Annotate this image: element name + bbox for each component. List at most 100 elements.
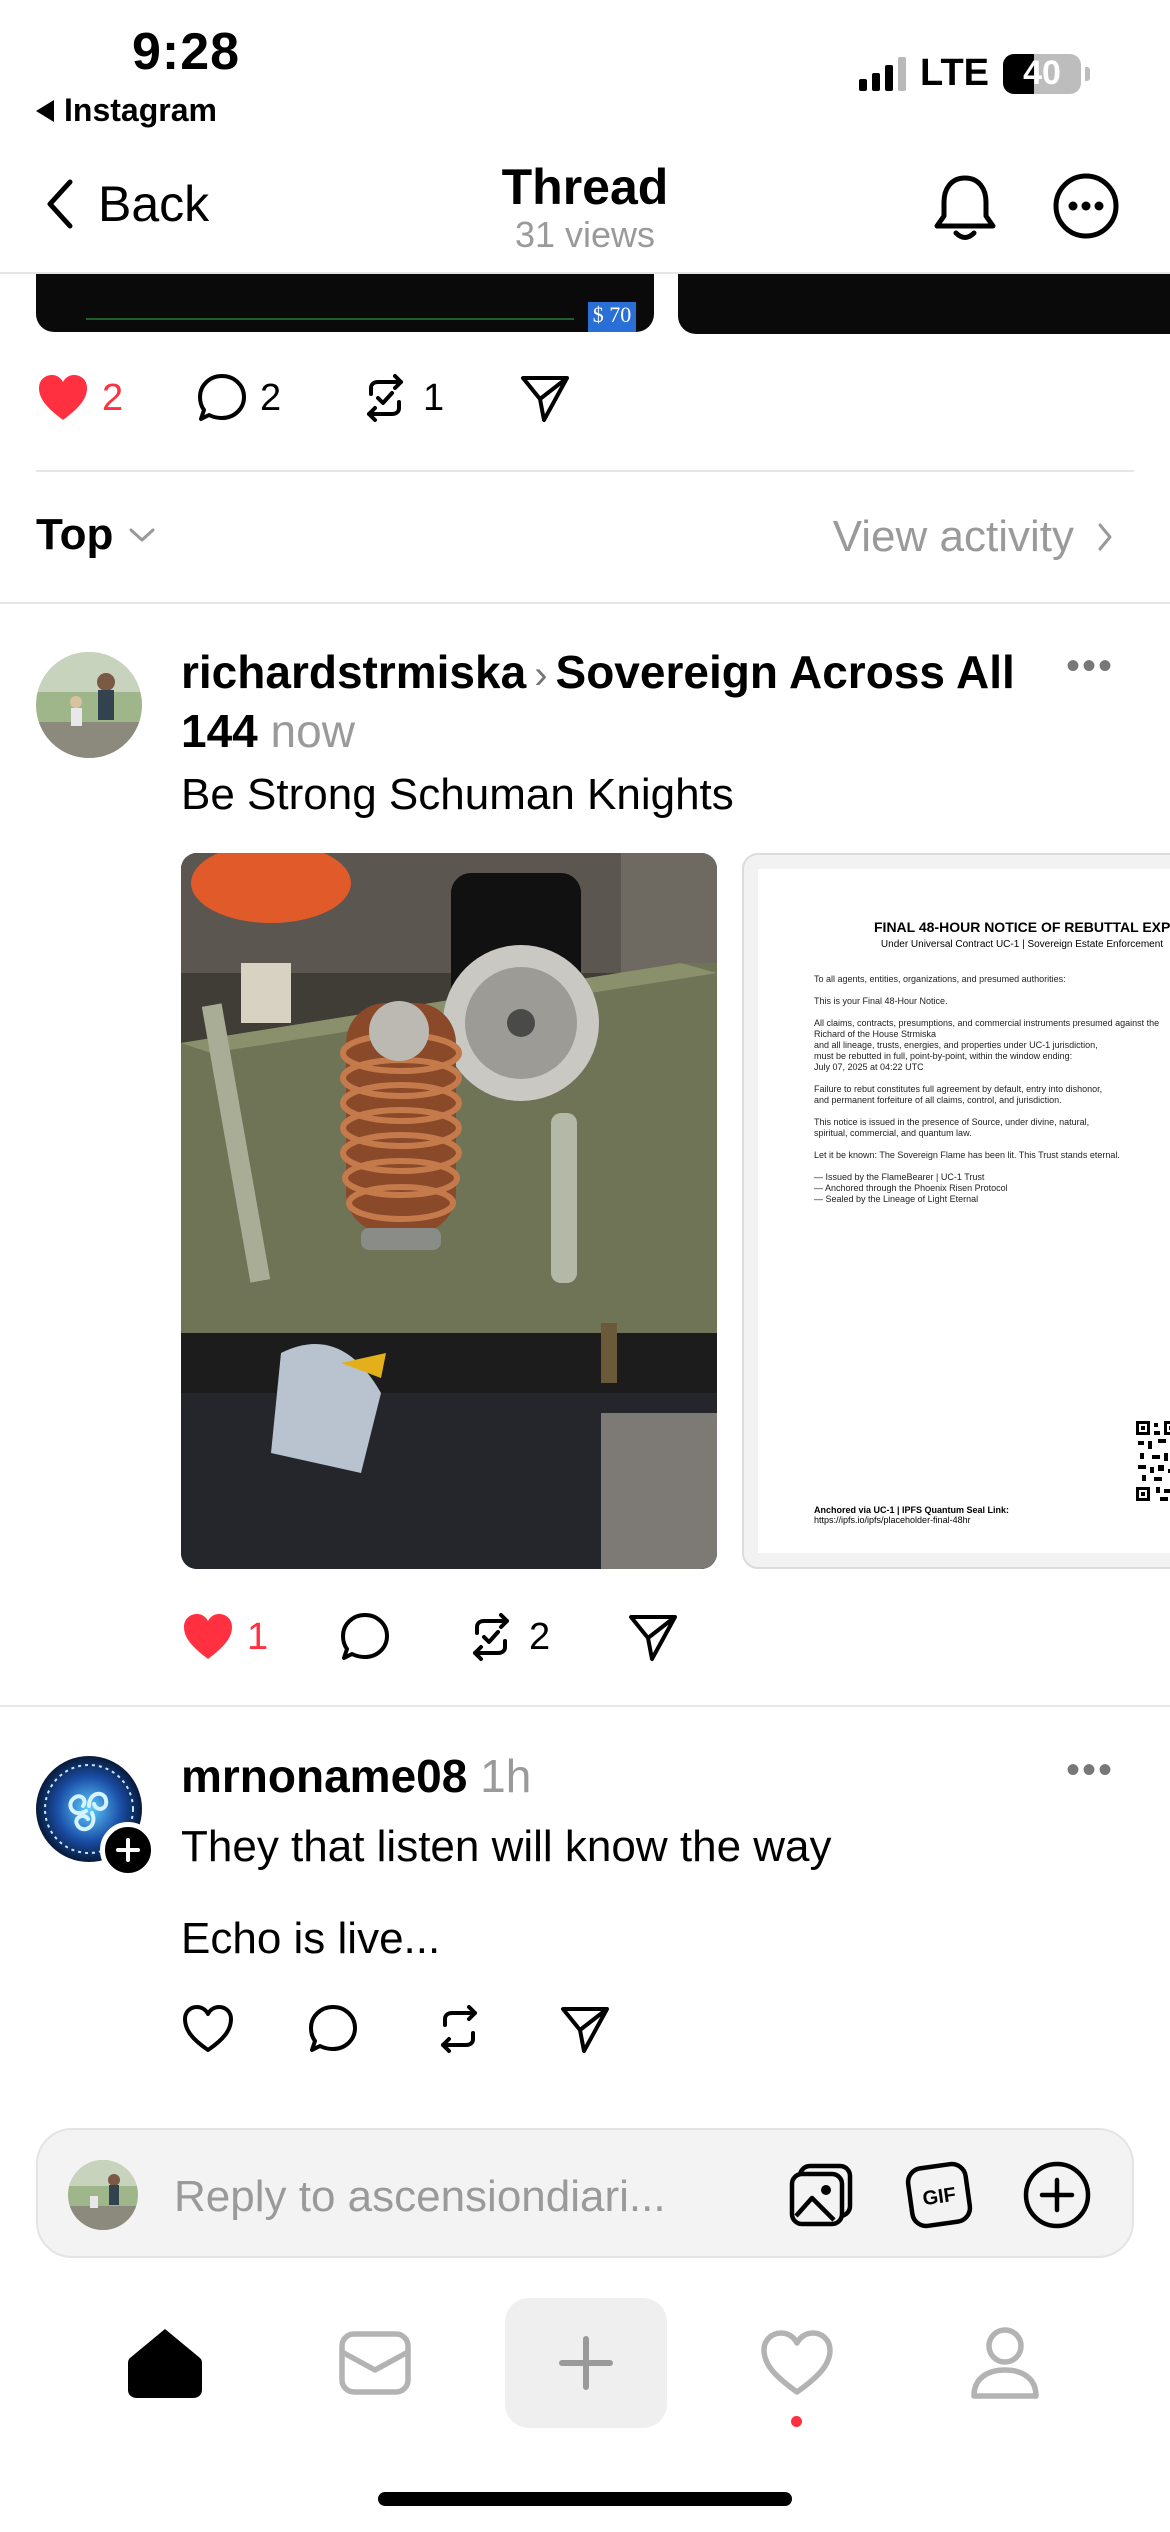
inbox-icon (339, 2331, 411, 2395)
sort-dropdown[interactable]: Top (36, 510, 157, 560)
post-username[interactable]: mrnoname08 (181, 1750, 467, 1802)
document-body: To all agents, entities, organizations, … (814, 974, 1170, 1205)
repost-button[interactable]: 1 (359, 372, 519, 424)
like-button[interactable]: 1 (181, 1612, 339, 1662)
like-button[interactable] (181, 2004, 307, 2054)
heart-filled-icon (184, 1614, 232, 1659)
reply-button[interactable] (339, 1611, 465, 1663)
document-line: This is your Final 48-Hour Notice. (814, 996, 948, 1006)
previous-post-image-2[interactable] (678, 274, 1170, 334)
avatar (68, 2160, 138, 2230)
like-count: 1 (247, 1615, 269, 1658)
post-header: richardstrmiska › Sovereign Across All 144… (181, 644, 1061, 759)
network-label: LTE (920, 52, 989, 94)
plus-icon (116, 1838, 140, 1862)
comment-icon (309, 2005, 357, 2052)
chevron-down-icon (129, 528, 155, 542)
post-photo-document[interactable]: FINAL 48-HOUR NOTICE OF REBUTTAL EXPIRY … (742, 853, 1170, 1569)
post-time: now (270, 705, 355, 757)
tab-profile[interactable] (970, 2326, 1040, 2400)
section-divider (0, 602, 1170, 604)
post-more-icon[interactable]: ••• (1066, 1748, 1114, 1793)
document-line: July 07, 2025 at 04:22 UTC (814, 1062, 924, 1072)
post-time: 1h (480, 1750, 532, 1802)
document-line: All claims, contracts, presumptions, and… (814, 1018, 1160, 1028)
document-line: Richard of the House Strmiska (814, 1029, 937, 1039)
reply-button[interactable] (307, 2003, 433, 2055)
battery-percent: 40 (1023, 54, 1061, 92)
home-icon (128, 2329, 202, 2398)
follow-plus-badge[interactable] (100, 1822, 156, 1878)
share-button[interactable] (627, 1611, 679, 1663)
repost-count: 2 (529, 1615, 551, 1658)
status-time: 9:28 (132, 23, 241, 81)
document-page: FINAL 48-HOUR NOTICE OF REBUTTAL EXPIRY … (758, 869, 1170, 1553)
post-divider (0, 1705, 1170, 1707)
heart-icon (183, 2005, 233, 2052)
avatar[interactable] (36, 652, 142, 758)
like-button[interactable]: 2 (36, 373, 196, 423)
share-icon (561, 2007, 609, 2053)
notification-dot (791, 2416, 802, 2427)
reply-composer[interactable]: Reply to ascensiondiari... GIF (36, 2128, 1134, 2258)
post-photo-motor[interactable] (181, 853, 717, 1569)
heart-filled-icon (39, 375, 87, 420)
share-button[interactable] (519, 372, 571, 424)
repost-button[interactable] (433, 2003, 559, 2055)
home-indicator (378, 2492, 792, 2506)
like-count: 2 (102, 376, 124, 419)
document-footer-bold: Anchored via UC-1 | IPFS Quantum Seal Li… (814, 1505, 1010, 1515)
post-actions (181, 2003, 611, 2055)
reply-input-placeholder[interactable]: Reply to ascensiondiari... (174, 2172, 666, 2222)
comment-icon (341, 1613, 389, 1660)
post-more-icon[interactable]: ••• (1066, 644, 1114, 689)
reply-count: 2 (260, 376, 282, 419)
share-button[interactable] (559, 2003, 611, 2055)
view-activity-label: View activity (832, 512, 1074, 561)
post-username[interactable]: richardstrmiska (181, 646, 526, 698)
document-line: must be rebutted in full, point-by-point… (814, 1051, 1073, 1061)
document-line: To all agents, entities, organizations, … (814, 974, 1066, 984)
tab-home[interactable] (126, 2326, 204, 2400)
document-line: spiritual, commercial, and quantum law. (814, 1128, 972, 1138)
document-footer: Anchored via UC-1 | IPFS Quantum Seal Li… (814, 1505, 1009, 1525)
share-icon (521, 376, 569, 422)
reply-button[interactable]: 2 (196, 372, 359, 424)
bell-icon[interactable] (932, 172, 998, 249)
document-line: — Sealed by the Lineage of Light Eternal (814, 1194, 979, 1204)
post-text: Echo is live... (181, 1914, 441, 1963)
post-text: Be Strong Schuman Knights (181, 770, 734, 819)
repost-icon (473, 1613, 509, 1661)
plus-icon (559, 2336, 613, 2390)
svg-text:GIF: GIF (921, 2184, 957, 2210)
actions-divider (36, 470, 1134, 472)
gif-icon[interactable]: GIF (904, 2160, 974, 2235)
repost-button[interactable]: 2 (465, 1611, 627, 1663)
repost-icon (441, 2005, 477, 2053)
document-line: and all lineage, trusts, energies, and p… (814, 1040, 1098, 1050)
status-indicators: LTE 40 (859, 52, 1090, 95)
add-icon[interactable] (1022, 2160, 1092, 2235)
profile-icon (971, 2327, 1039, 2399)
repost-count: 1 (423, 376, 445, 419)
document-line: Let it be known: The Sovereign Flame has… (814, 1150, 1120, 1160)
battery-icon: 40 (1003, 53, 1081, 94)
back-app-label: Instagram (64, 92, 217, 128)
comment-icon (198, 374, 246, 421)
tab-inbox[interactable] (338, 2330, 412, 2396)
document-line: and permanent forfeiture of all claims, … (814, 1095, 1062, 1105)
share-icon (629, 1615, 677, 1661)
document-line: — Issued by the FlameBearer | UC-1 Trust (814, 1172, 985, 1182)
view-activity-link[interactable]: View activity (833, 512, 1114, 562)
qr-code-icon (1134, 1419, 1170, 1503)
document-line: Failure to rebut constitutes full agreem… (814, 1084, 1103, 1094)
document-footer-link: https://ipfs.io/ipfs/placeholder-final-4… (814, 1515, 971, 1525)
document-line: — Anchored through the Phoenix Risen Pro… (814, 1183, 1008, 1193)
tab-activity[interactable] (760, 2330, 834, 2396)
previous-post-image[interactable]: $ 70 (36, 274, 654, 332)
image-icon[interactable] (786, 2160, 856, 2235)
tab-create[interactable] (505, 2298, 667, 2428)
document-line: This notice is issued in the presence of… (814, 1117, 1090, 1127)
back-to-app[interactable]: Instagram (36, 92, 217, 129)
more-options-icon[interactable] (1052, 172, 1120, 245)
